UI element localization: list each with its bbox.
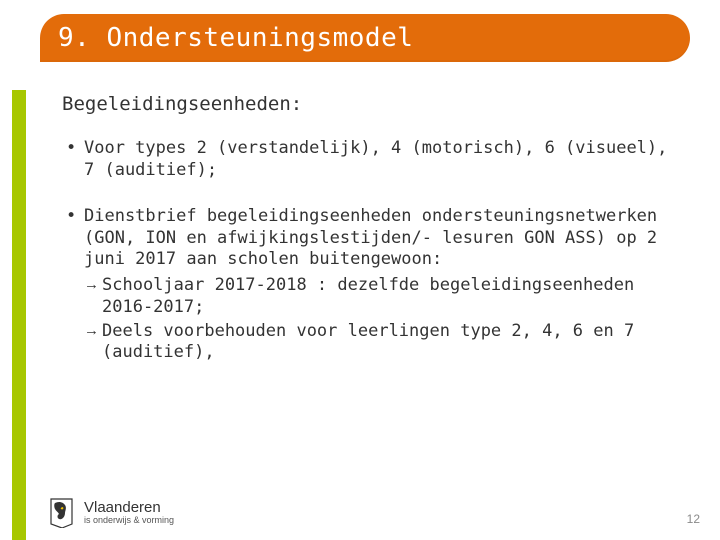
bullet-list: Voor types 2 (verstandelijk), 4 (motoris…: [62, 138, 680, 364]
sub-bullet-list: → Schooljaar 2017-2018 : dezelfde begele…: [84, 275, 680, 364]
bullet-text: Voor types 2 (verstandelijk), 4 (motoris…: [84, 138, 667, 180]
footer-logo: Vlaanderen is onderwijs & vorming: [48, 498, 174, 528]
slide-title: 9. Ondersteuningsmodel: [58, 23, 413, 53]
footer-brand-line1: Vlaanderen: [84, 500, 174, 516]
sub-bullet-text: Schooljaar 2017-2018 : dezelfde begeleid…: [102, 275, 634, 317]
vlaanderen-lion-icon: [48, 498, 76, 528]
sidebar-accent-bar: AGODI - Academie: [12, 90, 26, 540]
slide-body: Begeleidingseenheden: Voor types 2 (vers…: [62, 92, 680, 388]
bullet-text: Dienstbrief begeleidingseenheden onderst…: [84, 206, 657, 270]
bullet-item: Dienstbrief begeleidingseenheden onderst…: [62, 206, 680, 364]
footer-brand-line2: is onderwijs & vorming: [84, 516, 174, 525]
page-number: 12: [687, 512, 700, 526]
sub-bullet-item: → Schooljaar 2017-2018 : dezelfde begele…: [84, 275, 680, 319]
sub-bullet-item: → Deels voorbehouden voor leerlingen typ…: [84, 321, 680, 365]
footer-brand-text: Vlaanderen is onderwijs & vorming: [84, 500, 174, 525]
slide-title-bar: 9. Ondersteuningsmodel: [40, 14, 690, 62]
bullet-item: Voor types 2 (verstandelijk), 4 (motoris…: [62, 138, 680, 182]
arrow-icon: →: [84, 275, 99, 295]
sub-bullet-text: Deels voorbehouden voor leerlingen type …: [102, 321, 634, 363]
arrow-icon: →: [84, 321, 99, 341]
section-subheading: Begeleidingseenheden:: [62, 92, 680, 116]
